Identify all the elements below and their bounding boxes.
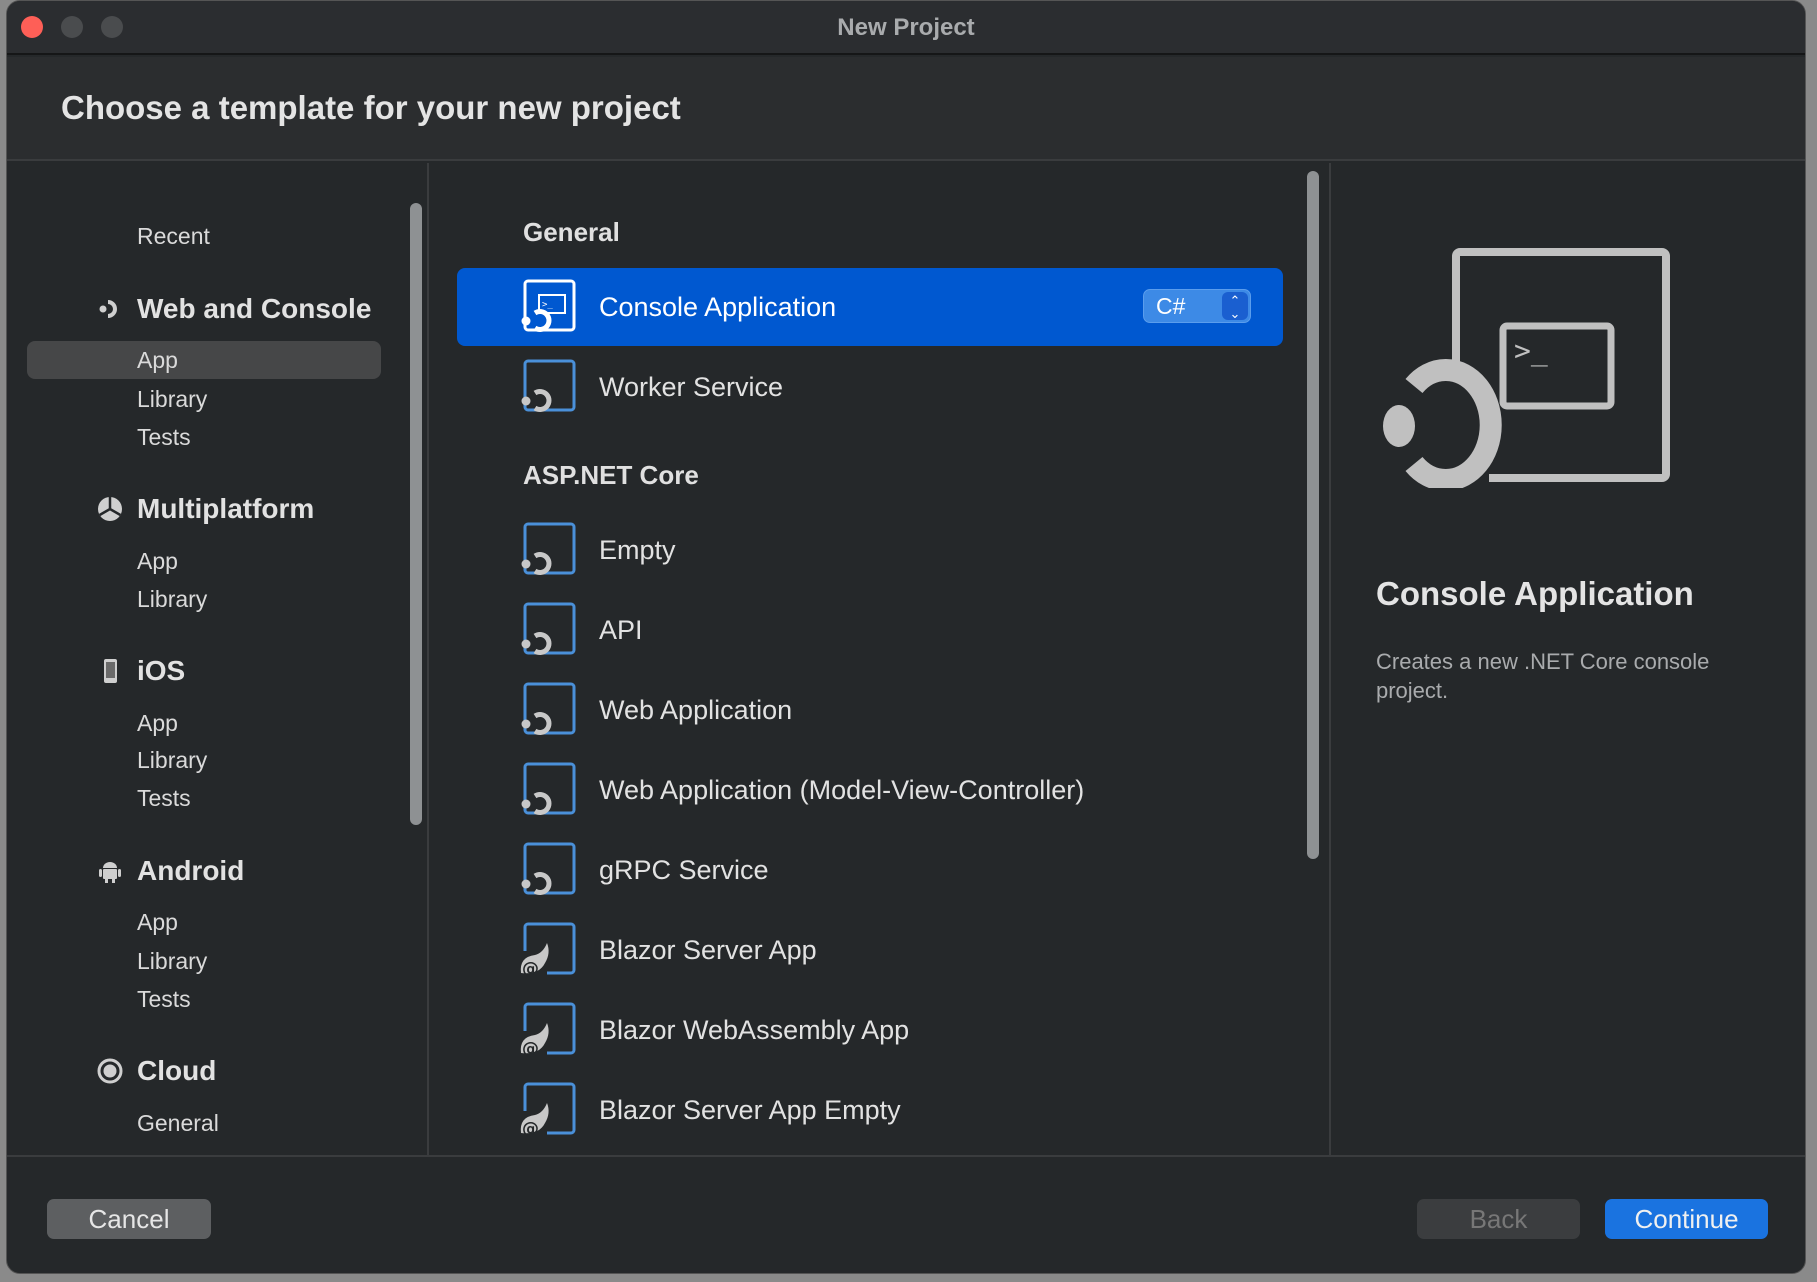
console-application-preview-icon: >_: [1383, 248, 1670, 488]
console-template-icon: [517, 278, 577, 338]
continue-button[interactable]: Continue: [1605, 1199, 1768, 1239]
blazor-template-icon: [517, 1081, 577, 1141]
sidebar-item-web-library[interactable]: Library: [137, 384, 207, 414]
template-detail-panel: >_ Console Application Creates a new .NE…: [1333, 163, 1805, 1155]
sidebar-item-android-library[interactable]: Library: [137, 946, 207, 976]
template-grpc-service[interactable]: gRPC Service: [457, 831, 1283, 909]
template-label: API: [599, 615, 643, 645]
sidebar-item-multiplatform-library[interactable]: Library: [137, 584, 207, 614]
template-list-scrollbar[interactable]: [1307, 171, 1319, 859]
cloud-icon: [97, 1058, 123, 1084]
template-label: Web Application (Model-View-Controller): [599, 775, 1085, 805]
category-multiplatform[interactable]: Multiplatform: [137, 492, 314, 526]
blazor-template-icon: [517, 921, 577, 981]
sidebar-item-cloud-general[interactable]: General: [137, 1108, 219, 1138]
category-cloud[interactable]: Cloud: [137, 1054, 216, 1088]
back-button[interactable]: Back: [1417, 1199, 1580, 1239]
stepper-chevrons-icon: ⌃ ⌄: [1222, 292, 1248, 320]
template-label: Blazor Server App: [599, 935, 817, 965]
dotnet-template-icon: [517, 681, 577, 741]
language-selector[interactable]: C# ⌃ ⌄: [1143, 289, 1251, 323]
detail-title: Console Application: [1376, 575, 1694, 612]
svg-text:>_: >_: [1514, 334, 1548, 368]
category-ios[interactable]: iOS: [137, 654, 185, 688]
template-web-application-mvc[interactable]: Web Application (Model-View-Controller): [457, 751, 1283, 829]
sidebar-item-ios-app[interactable]: App: [137, 708, 178, 738]
template-label: Empty: [599, 535, 676, 565]
detail-description: Creates a new .NET Core console project.: [1376, 649, 1710, 703]
template-list: General Console Application C# ⌃ ⌄ Worker …: [431, 163, 1331, 1155]
sidebar-item-ios-library[interactable]: Library: [137, 745, 207, 775]
new-project-window: New Project Choose a template for your n…: [6, 0, 1806, 1274]
template-web-application[interactable]: Web Application: [457, 671, 1283, 749]
template-label: Console Application: [599, 292, 837, 322]
language-value: C#: [1156, 293, 1186, 319]
template-worker-service[interactable]: Worker Service: [457, 348, 1283, 426]
dotnet-template-icon: [517, 761, 577, 821]
dotnet-template-icon: [517, 521, 577, 581]
category-android[interactable]: Android: [137, 854, 244, 888]
dotnet-template-icon: [517, 601, 577, 661]
template-label: Blazor WebAssembly App: [599, 1015, 910, 1045]
cancel-button[interactable]: Cancel: [47, 1199, 211, 1239]
sidebar-item-recent[interactable]: Recent: [137, 221, 210, 251]
sidebar-item-web-tests[interactable]: Tests: [137, 422, 191, 452]
template-empty[interactable]: Empty: [457, 511, 1283, 589]
title-bar: New Project: [7, 1, 1805, 55]
group-header-aspnet-core: ASP.NET Core: [523, 460, 699, 490]
phone-icon: [104, 659, 117, 683]
sidebar-item-android-tests[interactable]: Tests: [137, 984, 191, 1014]
template-blazor-server-app[interactable]: Blazor Server App: [457, 911, 1283, 989]
dotnet-icon: [99, 300, 117, 318]
template-blazor-webassembly-app[interactable]: Blazor WebAssembly App: [457, 991, 1283, 1069]
sidebar-item-ios-tests[interactable]: Tests: [137, 783, 191, 813]
template-blazor-server-app-empty[interactable]: Blazor Server App Empty: [457, 1071, 1283, 1149]
template-label: gRPC Service: [599, 855, 769, 885]
template-label: Worker Service: [599, 372, 784, 402]
dotnet-template-icon: [517, 841, 577, 901]
android-icon: [99, 862, 121, 883]
footer-bar: Cancel Back Continue: [7, 1155, 1805, 1273]
header: Choose a template for your new project: [7, 57, 1805, 161]
dotnet-template-icon: [517, 358, 577, 418]
template-label: Web Application: [599, 695, 793, 725]
sidebar-item-multiplatform-app[interactable]: App: [137, 546, 178, 576]
sidebar-scrollbar[interactable]: [410, 203, 422, 825]
sidebar-selection-highlight: [27, 341, 381, 379]
group-header-general: General: [523, 217, 620, 247]
template-label: Blazor Server App Empty: [599, 1095, 901, 1125]
page-title: Choose a template for your new project: [61, 89, 681, 126]
window-title: New Project: [837, 14, 975, 41]
category-sidebar: Recent Web and Console App Library Tests…: [7, 163, 429, 1155]
template-api[interactable]: API: [457, 591, 1283, 669]
template-console-application[interactable]: Console Application C# ⌃ ⌄: [457, 268, 1283, 346]
sidebar-item-web-app[interactable]: App: [137, 345, 178, 375]
category-web-and-console[interactable]: Web and Console: [137, 292, 371, 326]
sidebar-item-android-app[interactable]: App: [137, 907, 178, 937]
blazor-template-icon: [517, 1001, 577, 1061]
multiplatform-icon: [98, 497, 122, 521]
